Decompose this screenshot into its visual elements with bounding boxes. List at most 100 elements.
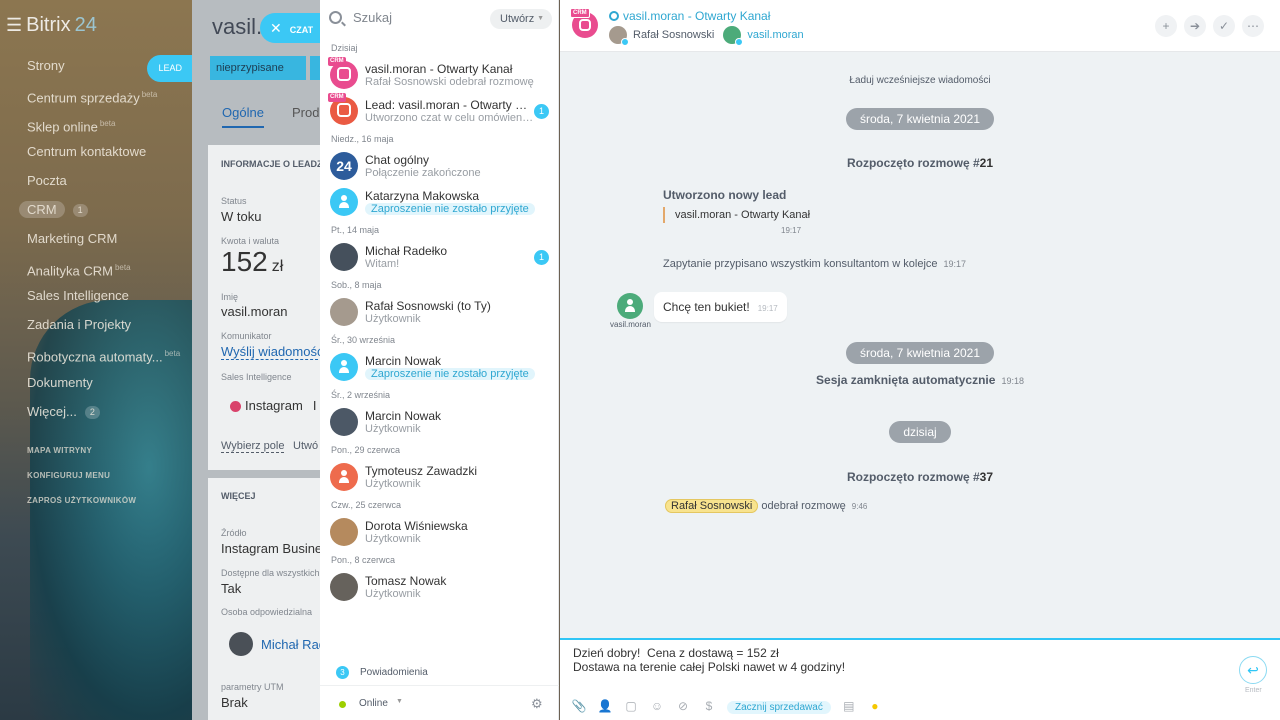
document-icon[interactable]: ▤ — [841, 699, 857, 713]
participant-client[interactable]: vasil.moran — [723, 26, 804, 46]
menu-item[interactable]: Więcej... 2 — [27, 402, 192, 431]
lead-created-link[interactable]: vasil.moran - Otwarty Kanał — [663, 207, 810, 223]
more-icon[interactable]: ⋯ — [1242, 15, 1264, 37]
recent-item-subtitle: Użytkownik — [365, 313, 421, 325]
create-field-link[interactable]: Utwó — [293, 440, 318, 452]
responsible-link[interactable]: Michał Rad — [261, 637, 326, 652]
menu-item[interactable]: Dokumenty — [27, 373, 192, 402]
status-value: W toku — [221, 209, 262, 224]
message-composer: Dzień dobry! Cena z dostawą = 152 zł Dos… — [560, 638, 1280, 720]
lead-tag[interactable]: LEAD — [147, 55, 192, 82]
status-selector[interactable]: Online — [359, 698, 388, 709]
menu-item[interactable]: Sklep online beta — [27, 114, 192, 143]
tab-general[interactable]: Ogólne — [222, 105, 264, 128]
hide-icon[interactable]: ⊘ — [675, 699, 691, 713]
recent-item[interactable]: CRM Lead: vasil.moran - Otwarty Kanał Utwo… — [320, 93, 559, 129]
instagram-label: Instagram — [245, 398, 303, 413]
menu-item-label: CRM — [19, 200, 65, 218]
recent-item[interactable]: Michał Radełko Witam! 1 — [320, 239, 559, 275]
menu-item[interactable]: Centrum sprzedaży beta — [27, 85, 192, 114]
menu-link[interactable]: KONFIGURUJ MENU — [27, 471, 136, 496]
chat-title[interactable]: vasil.moran - Otwarty Kanał — [609, 9, 770, 23]
create-button[interactable]: Utwórz ▼ — [490, 9, 552, 29]
menu-item[interactable]: Robotyczna automaty... beta — [27, 344, 192, 373]
menu-link[interactable]: MAPA WITRYNY — [27, 446, 136, 471]
finish-icon[interactable]: ✓ — [1213, 15, 1235, 37]
menu-item-label: Analityka CRM — [27, 262, 113, 278]
emoji-icon[interactable]: ● — [867, 699, 883, 713]
recent-item[interactable]: CRM vasil.moran - Otwarty Kanał Rafał Sosn… — [320, 57, 559, 93]
message-textarea[interactable]: Dzień dobry! Cena z dostawą = 152 zł Dos… — [573, 646, 845, 674]
add-icon[interactable]: + — [1155, 15, 1177, 37]
search-input[interactable] — [353, 10, 473, 25]
load-earlier-link[interactable]: Ładuj wcześniejsze wiadomości — [849, 75, 990, 86]
session-started: Rozpoczęto rozmowę #21 — [847, 156, 993, 170]
responsible-avatar — [229, 632, 253, 656]
start-selling-button[interactable]: Zacznij sprzedawać — [727, 701, 831, 714]
send-button[interactable]: ↩ — [1239, 656, 1267, 684]
queue-assigned-text: Zapytanie przypisano wszystkim konsultan… — [663, 258, 938, 270]
recent-item-subtitle: Połączenie zakończone — [365, 167, 481, 179]
avatar — [723, 26, 744, 46]
logo[interactable]: ☰ Bitrix 24 — [6, 14, 97, 37]
stage-unassigned[interactable]: nieprzypisane — [210, 56, 306, 80]
client-message[interactable]: Chcę ten bukiet! 19:17 — [654, 292, 787, 322]
recent-item[interactable]: Tomasz Nowak Użytkownik — [320, 569, 559, 605]
forward-icon[interactable]: ➔ — [1184, 15, 1206, 37]
instagram-source[interactable]: Instagram I — [230, 398, 316, 413]
menu-item[interactable]: CRM 1 — [19, 200, 192, 229]
date-separator: dzisiaj — [889, 421, 951, 443]
chevron-down-icon[interactable]: ▼ — [396, 698, 403, 705]
recent-item[interactable]: Marcin Nowak Zaproszenie nie zostało przy… — [320, 349, 559, 385]
date-separator: środa, 7 kwietnia 2021 — [845, 342, 995, 364]
session-started-2: Rozpoczęto rozmowę #37 — [847, 470, 993, 484]
menu-link[interactable]: ZAPROŚ UŻYTKOWNIKÓW — [27, 496, 136, 521]
instagram-icon — [230, 401, 241, 413]
hamburger-icon[interactable]: ☰ — [6, 15, 22, 35]
chat-participants: Rafał Sosnowski vasil.moran — [609, 26, 810, 46]
brand-suffix: 24 — [74, 14, 97, 36]
menu-item[interactable]: Analityka CRM beta — [27, 258, 192, 287]
quick-answers-icon[interactable]: ☺ — [649, 699, 665, 713]
chat-avatar[interactable]: CRM — [570, 8, 598, 38]
recent-item[interactable]: Tymoteusz Zawadzki Użytkownik — [320, 459, 559, 495]
recent-item-title: Marcin Nowak — [365, 409, 442, 423]
recent-item[interactable]: Rafał Sosnowski (to Ty) Użytkownik — [320, 294, 559, 330]
recent-item[interactable]: 24 Chat ogólny Połączenie zakończone — [320, 148, 559, 184]
chevron-down-icon: ▼ — [537, 15, 544, 22]
menu-item-label: Centrum kontaktowe — [27, 144, 147, 160]
recent-item[interactable]: Dorota Wiśniewska Użytkownik — [320, 514, 559, 550]
menu-item[interactable]: Centrum kontaktowe — [27, 142, 192, 171]
recent-item[interactable]: Marcin Nowak Użytkownik — [320, 404, 559, 440]
participant-name: vasil.moran — [747, 28, 804, 41]
notifications-row[interactable]: 3 Powiadomienia — [320, 660, 559, 686]
recent-list: Dzisiaj CRM vasil.moran - Otwarty Kanał Raf… — [320, 38, 559, 605]
menu-item[interactable]: Marketing CRM — [27, 229, 192, 258]
menu-item[interactable]: Poczta — [27, 171, 192, 200]
close-chat-label: CZAT — [289, 25, 314, 35]
gear-icon[interactable]: ⚙ — [531, 696, 543, 712]
participant-operator[interactable]: Rafał Sosnowski — [609, 26, 714, 46]
amount-label: Kwota i waluta — [221, 236, 280, 246]
create-label: Utwórz — [500, 13, 535, 25]
crm-badge: CRM — [328, 93, 346, 102]
attach-icon[interactable]: 📎 — [571, 699, 587, 713]
operator-mention[interactable]: Rafał Sosnowski — [665, 499, 759, 513]
status-badge — [621, 38, 629, 46]
send-message-link[interactable]: Wyślij wiadomość — [221, 344, 324, 360]
close-chat-button[interactable]: ✕ CZAT — [260, 13, 320, 43]
date-group-label: Pt., 14 maja — [331, 225, 380, 235]
user-icon[interactable]: 👤 — [597, 699, 613, 713]
choose-field-link[interactable]: Wybierz pole — [221, 440, 285, 453]
menu-item[interactable]: Zadania i Projekty — [27, 315, 192, 344]
recent-item[interactable]: Katarzyna Makowska Zaproszenie nie został… — [320, 184, 559, 220]
payment-icon[interactable]: $ — [701, 699, 717, 713]
instagram-icon — [337, 103, 351, 117]
unread-counter: 1 — [534, 250, 549, 265]
form-icon[interactable]: ▢ — [623, 699, 639, 713]
menu-item[interactable]: Sales Intelligence — [27, 286, 192, 315]
lead-stage-bar[interactable]: nieprzypisane — [208, 56, 322, 80]
messenger-label: Komunikator — [221, 331, 272, 341]
client-avatar[interactable] — [617, 293, 643, 319]
status-label: Status — [221, 196, 247, 206]
